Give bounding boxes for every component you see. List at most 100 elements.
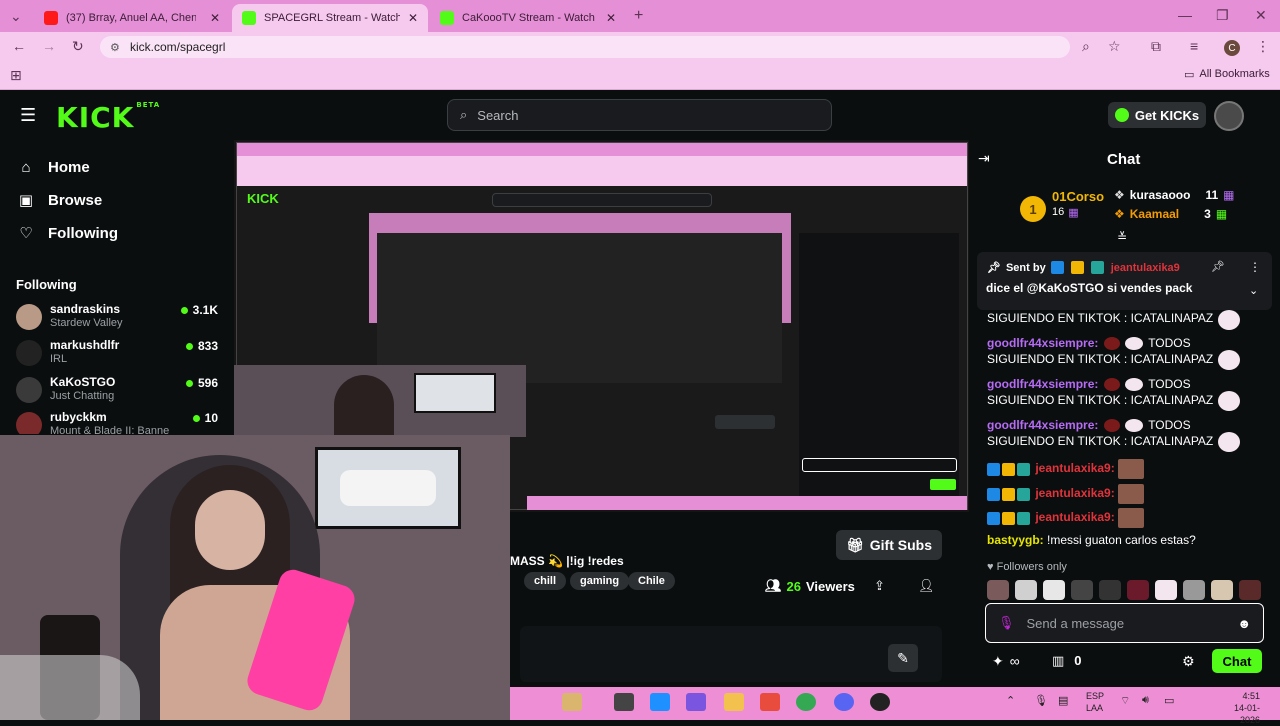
sidebar-item-home[interactable]: ⌂ Home — [18, 155, 89, 179]
browser-tab-youtube[interactable]: (37) Brray, Anuel AA, Chencho ✕ — [34, 4, 230, 32]
gift-subs-button[interactable]: 🎁︎ Gift Subs — [836, 530, 942, 560]
tag-gaming[interactable]: gaming — [570, 572, 630, 590]
get-kicks-button[interactable]: Get KICKs — [1108, 102, 1206, 128]
followers-only-notice: ♥ Followers only — [987, 561, 1067, 573]
share-icon[interactable]: ⇪ — [874, 578, 885, 594]
back-icon[interactable]: ← — [12, 38, 26, 54]
more-options-icon[interactable]: ⋮ — [1249, 260, 1261, 274]
mic-icon[interactable]: 🎙︎ — [1034, 694, 1048, 707]
browser-tab-cakooo[interactable]: CaKoooTV Stream - Watch Live ✕ — [430, 4, 626, 32]
infinity-icon[interactable]: ∞ — [1010, 653, 1020, 670]
chevron-down-icon[interactable]: ⌄ — [1249, 284, 1258, 297]
url-field[interactable]: ⚙ kick.com/spacegrl — [100, 36, 1070, 58]
close-icon[interactable]: ✕ — [408, 11, 418, 25]
emote-icon[interactable] — [1239, 580, 1261, 600]
user-avatar[interactable] — [1214, 101, 1244, 131]
emote-quick-bar[interactable] — [987, 580, 1262, 600]
emoji-icon[interactable]: ☻ — [1237, 616, 1251, 631]
following-channel[interactable]: sandraskins Stardew Valley 3.1K — [16, 302, 222, 336]
tray-chevron-icon[interactable]: ⌃ — [1006, 694, 1015, 707]
emote-icon[interactable] — [1099, 580, 1121, 600]
microphone-icon[interactable]: 🎙︎ — [998, 615, 1015, 631]
wifi-icon[interactable]: ⌔ — [1120, 694, 1130, 708]
taskbar-app-icon[interactable] — [760, 693, 780, 711]
following-heading: Following — [16, 277, 77, 292]
site-info-icon[interactable]: ⚙ — [110, 41, 120, 54]
chrome-icon[interactable] — [796, 693, 816, 711]
system-clock[interactable]: 4:51 14-01-2026 — [1218, 690, 1260, 726]
reload-icon[interactable]: ↻ — [72, 38, 84, 55]
maximize-icon[interactable]: ❐ — [1216, 7, 1229, 24]
following-channel[interactable]: markushdlfr IRL 833 — [16, 338, 222, 372]
connections-icon[interactable]: ✦ — [992, 653, 1004, 670]
emote-icon[interactable] — [987, 580, 1009, 600]
leaderboard-entry[interactable]: ❖ kurasaooo 11 ▦ — [1114, 188, 1234, 202]
zoom-icon[interactable]: ⌕ — [1082, 38, 1090, 55]
sidebar-item-browse[interactable]: ▣ Browse — [18, 188, 102, 212]
language-indicator[interactable]: ESP LAA — [1086, 690, 1104, 714]
emote-icon[interactable] — [1183, 580, 1205, 600]
emote-icon[interactable] — [1211, 580, 1233, 600]
car-poster-shape — [340, 470, 436, 506]
tab-search-icon[interactable]: ⌄ — [10, 8, 22, 25]
chat-message-input[interactable]: 🎙︎ Send a message ☻ — [985, 603, 1264, 643]
volume-icon[interactable]: 🔊︎ — [1142, 694, 1149, 707]
forward-icon[interactable]: → — [42, 38, 56, 54]
sub-badge-icon: ▦ — [1215, 207, 1228, 221]
send-chat-button[interactable]: Chat — [1212, 649, 1262, 673]
apps-grid-icon[interactable]: ⊞ — [10, 67, 22, 84]
new-tab-icon[interactable]: + — [634, 7, 643, 25]
sidebar-item-following[interactable]: ♡ Following — [18, 221, 118, 245]
following-channel[interactable]: KaKoSTGO Just Chatting 596 — [16, 375, 222, 409]
emote-icon[interactable] — [1071, 580, 1093, 600]
chat-message: jeantulaxika9: — [987, 508, 1237, 528]
close-icon[interactable]: ✕ — [606, 11, 616, 25]
search-input[interactable]: ⌕ Search — [447, 99, 832, 131]
hello-kitty-emote-icon — [1218, 391, 1240, 411]
foreground-shape — [0, 655, 140, 720]
emote-icon[interactable] — [1127, 580, 1149, 600]
kick-logo[interactable]: KICK BETA — [56, 101, 160, 134]
tray-app-icon[interactable]: ▤ — [1058, 694, 1068, 707]
all-bookmarks[interactable]: ▭ All Bookmarks — [1184, 68, 1270, 81]
minimize-icon[interactable]: — — [1178, 7, 1192, 23]
leaderboard-name[interactable]: 01Corso — [1052, 189, 1104, 204]
extensions-icon[interactable]: ⧉ — [1151, 38, 1161, 55]
menu-kebab-icon[interactable]: ⋮ — [1256, 38, 1270, 55]
discord-icon[interactable] — [834, 693, 854, 711]
collapse-chat-icon[interactable]: ⇥ — [978, 150, 990, 167]
emote-icon[interactable] — [1155, 580, 1177, 600]
edge-icon[interactable] — [650, 693, 670, 711]
emote-icon[interactable] — [1043, 580, 1065, 600]
tag-chile[interactable]: Chile — [628, 572, 675, 590]
channel-points[interactable]: ▥ 0 — [1052, 653, 1082, 669]
channel-avatar — [16, 340, 42, 366]
taskbar-app-icon[interactable] — [562, 693, 582, 711]
tag-chill[interactable]: chill — [524, 572, 567, 590]
hamburger-menu-icon[interactable]: ☰ — [20, 105, 36, 126]
chat-settings-gear-icon[interactable]: ⚙ — [1182, 653, 1195, 670]
search-icon: ⌕ — [460, 107, 468, 122]
window-close-icon[interactable]: ✕ — [1255, 7, 1267, 24]
chat-tools[interactable]: ✦ ∞ — [992, 653, 1020, 670]
pin-icon: 📌︎ — [987, 262, 1001, 274]
unpin-icon[interactable]: 📌︎ — [1211, 260, 1225, 273]
emote-icon[interactable] — [1015, 580, 1037, 600]
close-icon[interactable]: ✕ — [210, 11, 220, 25]
battery-icon[interactable]: ▭ — [1164, 694, 1174, 707]
taskbar-app-icon[interactable] — [686, 693, 706, 711]
taskbar-app-icon[interactable] — [870, 693, 890, 711]
taskbar-app-icon[interactable] — [614, 693, 634, 711]
media-controls-icon[interactable]: ≡ — [1190, 38, 1198, 54]
hello-kitty-emote-icon — [1125, 419, 1144, 433]
bookmark-star-icon[interactable]: ☆ — [1108, 38, 1121, 55]
folder-icon[interactable] — [724, 693, 744, 711]
leaderboard-entry[interactable]: ❖ Kaamaal 3 ▦ — [1114, 207, 1227, 221]
browser-tab-spacegrl[interactable]: SPACEGRL Stream - Watch Live ✕ — [232, 4, 428, 32]
expand-leaderboard-icon[interactable]: ≚ — [1117, 230, 1127, 244]
edit-pencil-icon[interactable]: ✎ — [888, 644, 918, 672]
live-dot-icon — [192, 414, 200, 422]
following-channel[interactable]: rubyckkm Mount & Blade II: Banne 10 — [16, 410, 222, 434]
follow-user-icon[interactable]: 👤︎ — [918, 578, 935, 594]
profile-avatar[interactable]: C — [1224, 40, 1240, 56]
